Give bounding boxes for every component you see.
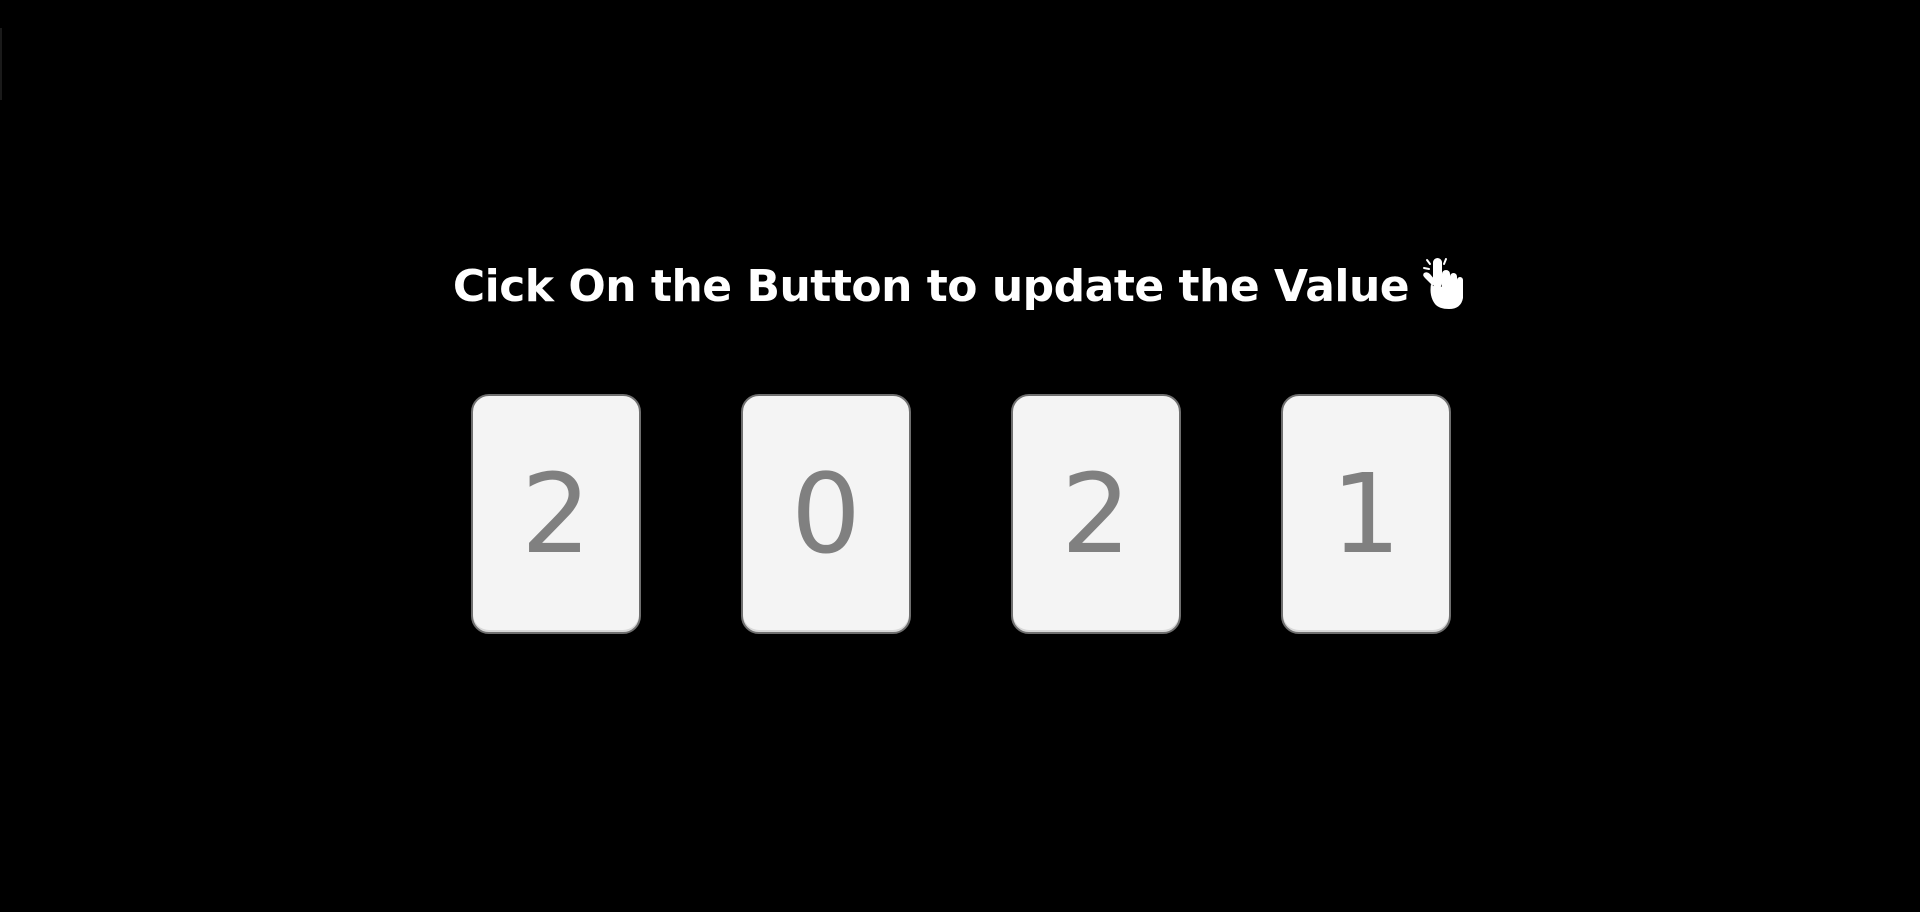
digit-value: 2 <box>521 450 591 578</box>
digit-button-4[interactable]: 1 <box>1281 394 1451 634</box>
left-edge-divider <box>0 28 2 100</box>
digit-value: 1 <box>1331 450 1401 578</box>
digit-value: 2 <box>1061 450 1131 578</box>
digit-button-2[interactable]: 0 <box>741 394 911 634</box>
digit-button-3[interactable]: 2 <box>1011 394 1181 634</box>
digit-button-1[interactable]: 2 <box>471 394 641 634</box>
page: Cick On the Button to update the Value 2… <box>0 0 1920 912</box>
digit-value: 0 <box>791 450 861 578</box>
page-title: Cick On the Button to update the Value <box>0 252 1920 320</box>
pointing-hand-icon <box>1421 256 1467 312</box>
page-title-text: Cick On the Button to update the Value <box>452 260 1410 312</box>
